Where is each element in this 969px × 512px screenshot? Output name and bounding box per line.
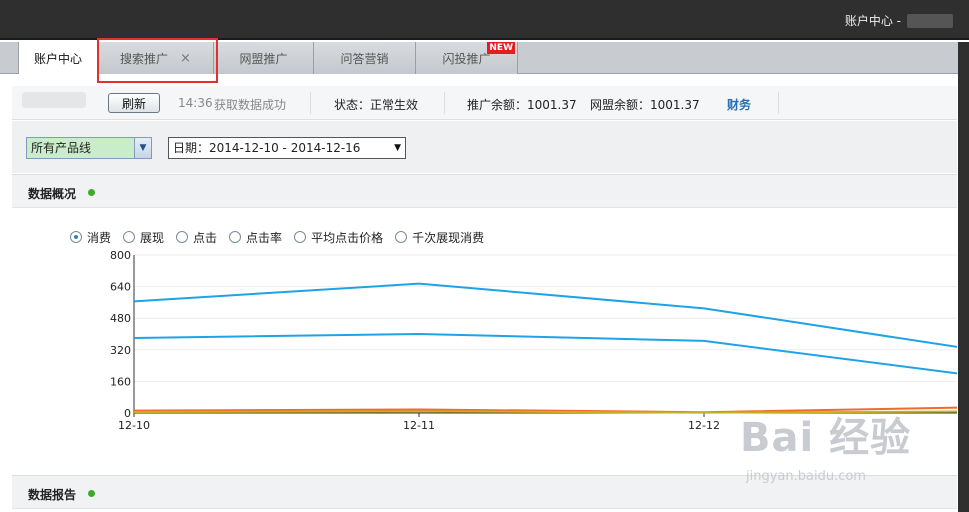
fetch-time: 14:36 [178, 96, 213, 110]
account-center-label[interactable]: 账户中心 - [845, 12, 901, 29]
fetch-status-text: 获取数据成功 [214, 98, 287, 112]
status-dot-icon [88, 189, 95, 196]
metric-selector: 消费 展现 点击 点击率 平均点击价格 千次展现消费 [70, 228, 484, 246]
radio-button[interactable] [123, 231, 136, 243]
overview-chart: 0 160 320 480 640 800 12-10 12-11 12-12 [12, 245, 957, 435]
divider [778, 92, 779, 114]
promo-balance: 推广余额：1001.37 [467, 98, 577, 112]
tab-label: 搜索推广 [120, 51, 169, 66]
tab-label: 账户中心 [33, 51, 82, 66]
chevron-down-icon[interactable]: ▼ [134, 138, 151, 158]
metric-label: 千次展现消费 [412, 230, 485, 245]
status-bar: 刷新 14:36 获取数据成功 状态：正常生效 推广余额：1001.37 网盟余… [12, 86, 957, 120]
tab-search-promotion[interactable]: 搜索推广 × [98, 42, 214, 74]
metric-option-impressions[interactable]: 展现 [123, 229, 164, 246]
metric-option-avg-cpc[interactable]: 平均点击价格 [294, 229, 383, 246]
y-tick-label: 800 [110, 249, 131, 262]
finance-link[interactable]: 财务 [727, 96, 751, 113]
top-bar: 账户中心 - [0, 0, 969, 40]
date-range-select[interactable]: 日期：2014-12-10 - 2014-12-16 ▼ [168, 137, 406, 159]
account-menu[interactable]: 账户中心 - [845, 12, 953, 29]
overview-section-header: 数据概况 [12, 174, 957, 208]
radio-button[interactable] [395, 231, 408, 243]
union-balance: 网盟余额：1001.37 [590, 98, 700, 112]
y-tick-label: 320 [110, 344, 131, 357]
metric-label: 展现 [140, 230, 165, 245]
metric-label: 平均点击价格 [311, 230, 384, 245]
window-edge [958, 42, 969, 512]
close-icon[interactable]: × [180, 51, 191, 66]
y-tick-label: 640 [110, 281, 131, 294]
divider [444, 92, 445, 114]
tab-qa-marketing[interactable]: 问答营销 [314, 42, 416, 74]
y-tick-label: 480 [110, 312, 131, 325]
date-range-value: 日期：2014-12-10 - 2014-12-16 [173, 141, 361, 155]
radio-button[interactable] [229, 231, 242, 243]
metric-label: 消费 [87, 230, 112, 245]
tab-label: 网盟推广 [239, 51, 288, 66]
metric-option-ctr[interactable]: 点击率 [229, 229, 282, 246]
metric-label: 点击 [193, 230, 218, 245]
metric-option-clicks[interactable]: 点击 [176, 229, 217, 246]
x-tick-label: 12-12 [688, 419, 720, 432]
tab-union-promotion[interactable]: 网盟推广 [214, 42, 314, 74]
refresh-button[interactable]: 刷新 [108, 93, 160, 113]
radio-button[interactable] [294, 231, 307, 243]
tab-flash-promotion[interactable]: 闪投推广 NEW [416, 42, 518, 74]
x-tick-label: 12-10 [118, 419, 150, 432]
tab-account-center[interactable]: 账户中心 [18, 42, 98, 74]
report-section-header: 数据报告 [12, 475, 957, 509]
filter-bar: 所有产品线 ▼ 日期：2014-12-10 - 2014-12-16 ▼ [12, 121, 957, 173]
divider [310, 92, 311, 114]
series-line-3 [134, 410, 957, 414]
metric-option-cpm[interactable]: 千次展现消费 [395, 229, 484, 246]
metric-label: 点击率 [246, 230, 283, 245]
radio-button[interactable] [176, 231, 189, 243]
section-title: 数据报告 [28, 488, 77, 502]
section-title: 数据概况 [28, 187, 77, 201]
series-line-1 [134, 332, 957, 375]
chevron-down-icon[interactable]: ▼ [394, 138, 401, 158]
tab-label: 问答营销 [340, 51, 389, 66]
tab-label: 闪投推广 [442, 51, 491, 66]
new-badge: NEW [487, 42, 515, 54]
y-tick-label: 160 [110, 375, 131, 388]
product-line-select[interactable]: 所有产品线 ▼ [26, 137, 152, 159]
radio-button[interactable] [70, 231, 82, 243]
main-tabs: 账户中心 搜索推广 × 网盟推广 问答营销 闪投推广 NEW [0, 42, 969, 74]
x-tick-label: 12-11 [403, 419, 435, 432]
account-state: 状态：正常生效 [334, 98, 419, 112]
line-chart-svg: 016032048064080012-10 12-11 12-12 [110, 249, 957, 432]
metric-option-cost[interactable]: 消费 [70, 229, 111, 246]
status-dot-icon [88, 490, 95, 497]
username-blurred [907, 13, 953, 28]
product-line-value: 所有产品线 [31, 141, 92, 155]
account-name-blurred [22, 92, 86, 108]
